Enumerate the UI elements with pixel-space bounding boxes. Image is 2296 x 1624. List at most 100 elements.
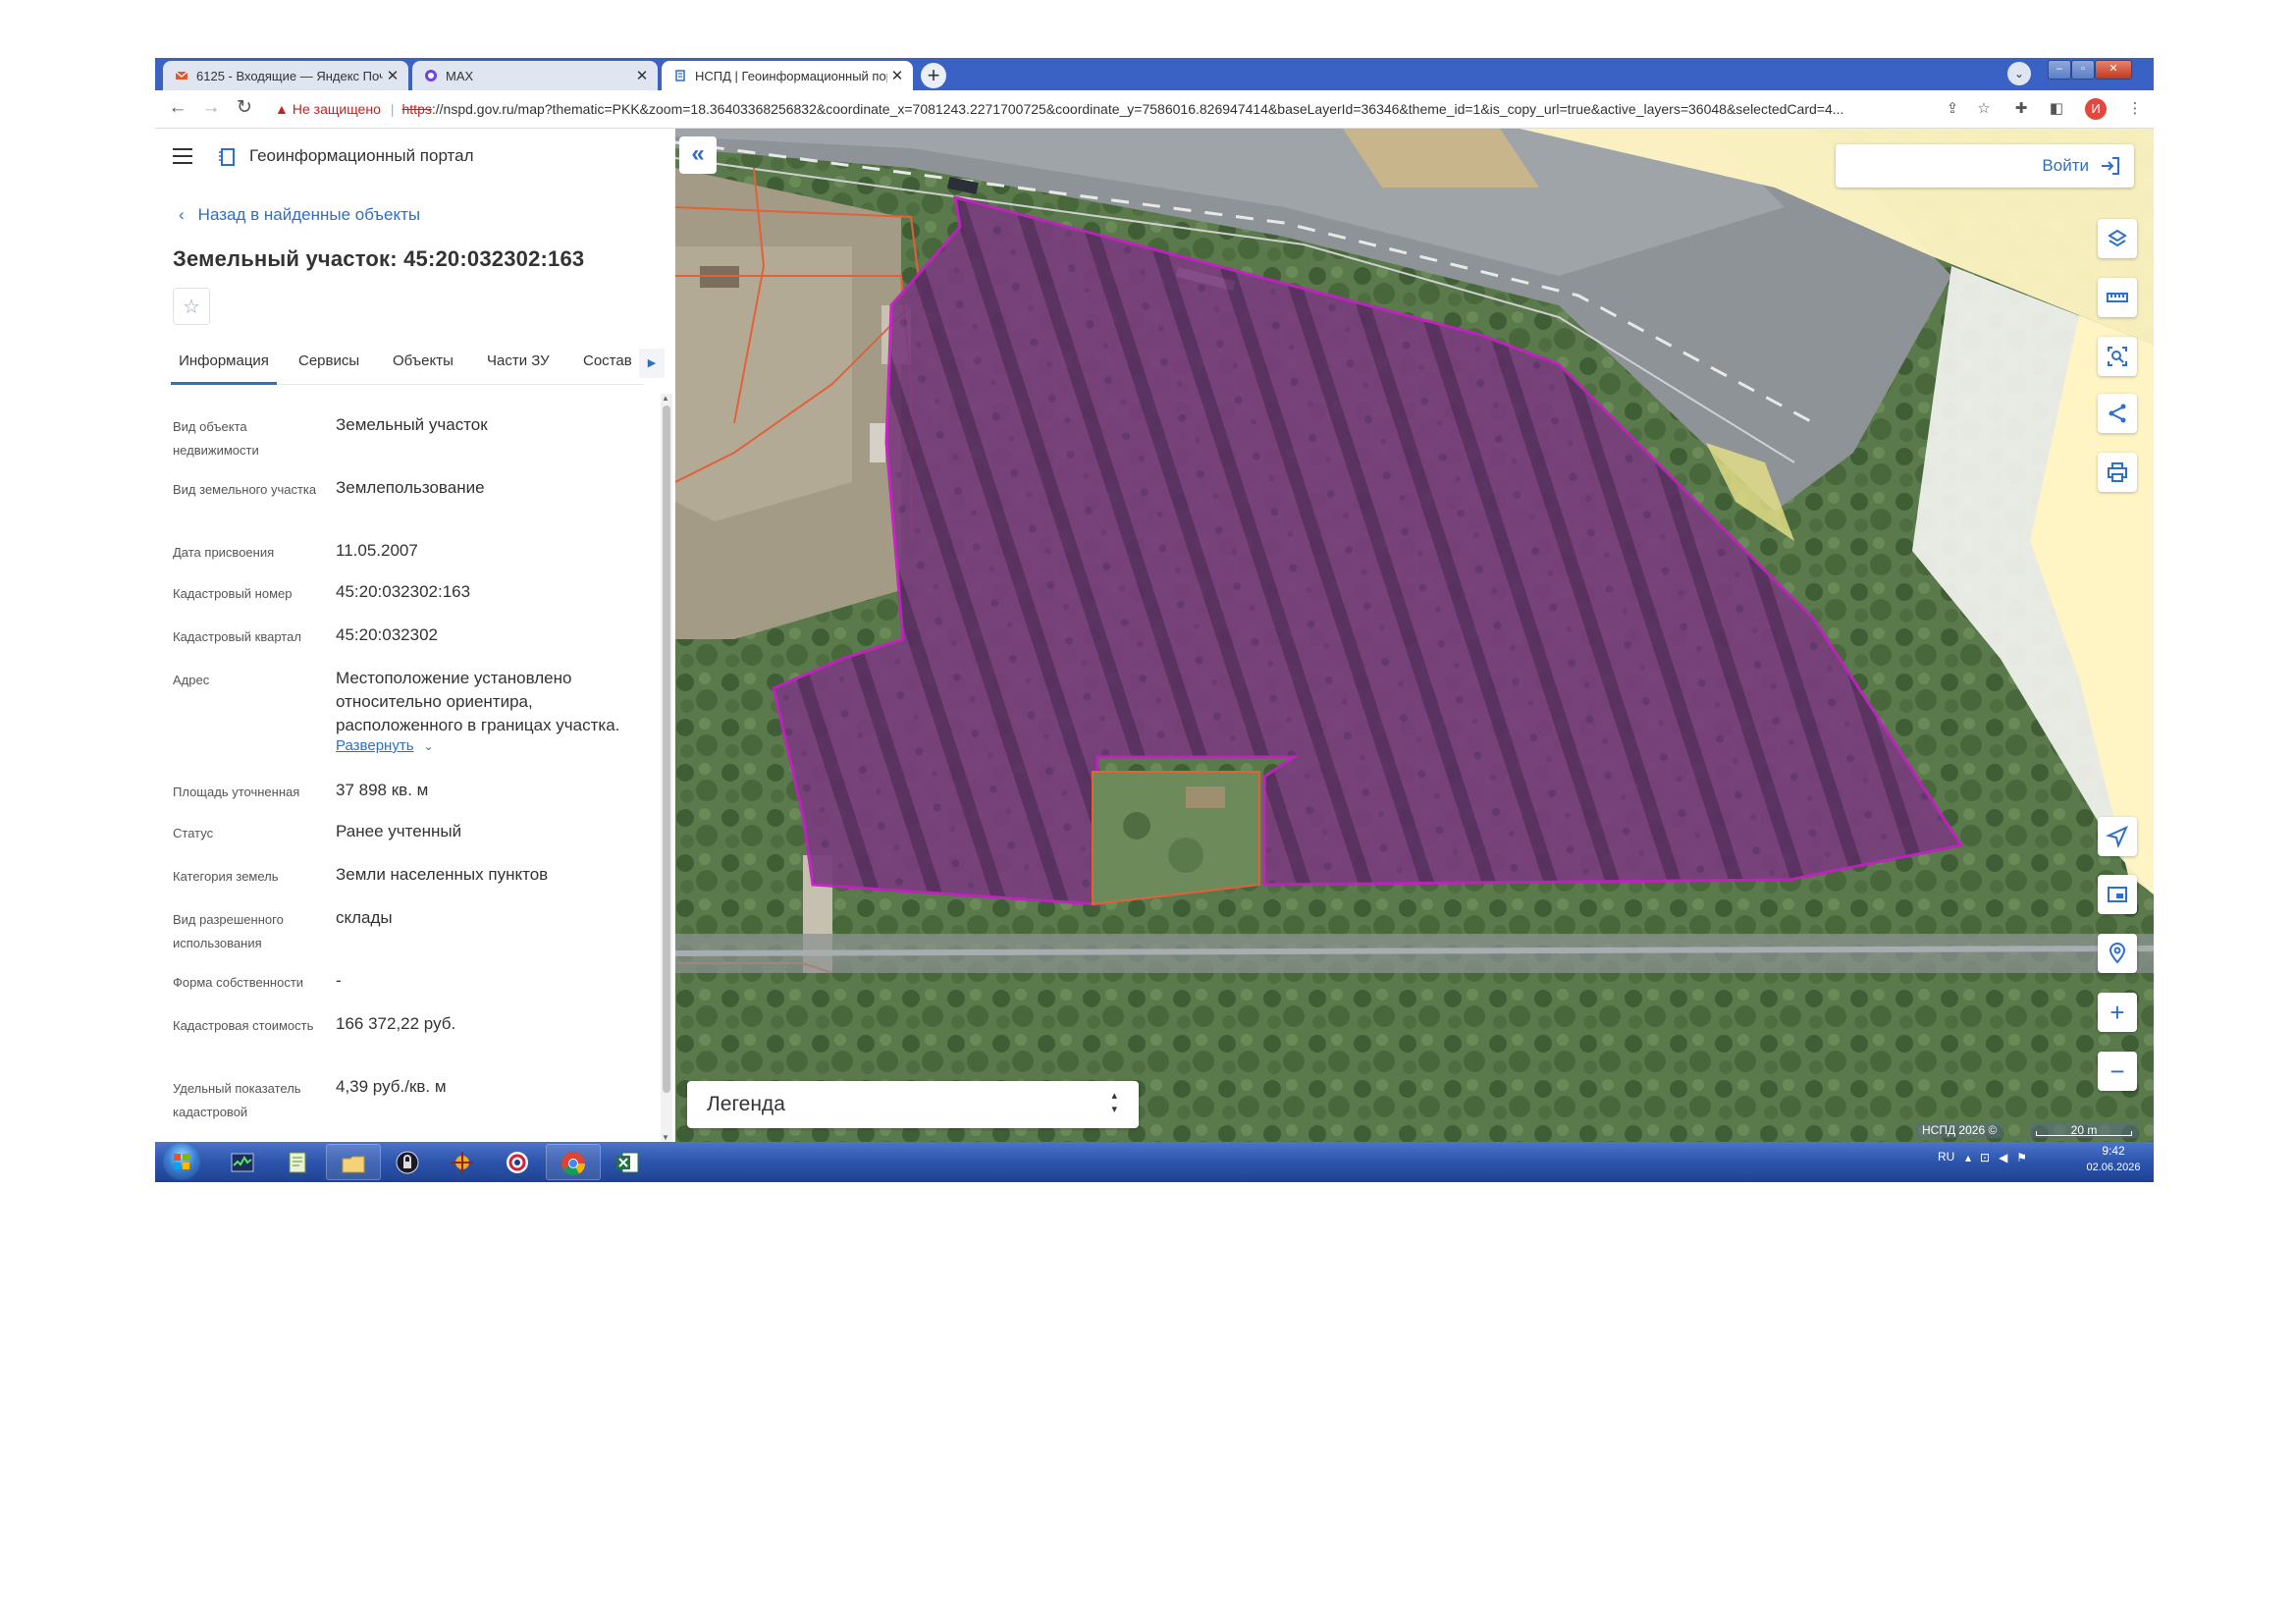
search-place-button[interactable] [2098,934,2137,973]
tab-search-chevron-icon[interactable]: ⌄ [2007,62,2031,85]
clock-time[interactable]: 9:42 [2079,1144,2148,1158]
back-to-results-link[interactable]: ‹ Назад в найденные объекты [179,205,420,225]
property-label: Кадастровый квартал [173,629,301,644]
property-value: 4,39 руб./кв. м [336,1077,447,1096]
tab-max[interactable]: MAX ✕ [412,61,658,90]
tab-title: MAX [446,68,474,83]
measure-button[interactable] [2098,278,2137,317]
chrome-taskbar-button[interactable] [546,1144,601,1180]
collapse-panel-button[interactable]: « [679,136,717,174]
task-manager-taskbar-button[interactable] [216,1144,271,1180]
property-label: Площадь уточненная [173,785,300,799]
property-label: Форма собственности [173,975,304,990]
property-row: Дата присвоения 11.05.2007 [173,539,664,578]
address-bar[interactable]: ▲ Не защищено | https://nspd.gov.ru/map?the… [271,94,2107,124]
share-button[interactable] [2098,394,2137,433]
scroll-down-arrow-icon[interactable]: ▼ [662,1133,669,1142]
map-scale-bar: 20 m [2030,1122,2138,1138]
side-panel-icon[interactable]: ◧ [2046,98,2067,120]
property-value: 11.05.2007 [336,541,418,560]
property-row: Кадастровый квартал 45:20:032302 [173,623,664,663]
favorite-star-button[interactable]: ☆ [173,288,210,325]
recorder-app-taskbar-button[interactable] [491,1144,546,1180]
tab-yandex-mail[interactable]: 6125 - Входящие — Яндекс Почта ✕ [163,61,408,90]
login-button[interactable]: Войти [1836,144,2134,188]
browser-toolbar: ← → ↻ ▲ Не защищено | https://nspd.gov.ru/m… [155,90,2154,129]
minimap-button[interactable] [2098,875,2137,914]
expand-address-link[interactable]: Развернуть ⌄ [336,737,434,754]
close-tab-icon[interactable]: ✕ [632,67,652,84]
share-page-icon[interactable]: ⇪ [1942,98,1963,120]
property-row: Форма собственности - [173,969,664,1008]
select-area-icon [2108,347,2127,366]
language-indicator[interactable]: RU [1938,1150,1954,1164]
print-button[interactable] [2098,453,2137,492]
locate-button[interactable] [2098,817,2137,856]
close-tab-icon[interactable]: ✕ [887,67,907,84]
expand-label: Развернуть [336,737,414,754]
property-row: Вид разрешенного использования склады [173,906,664,967]
url-scheme: https [401,101,432,117]
legend-select[interactable]: Легенда ▴ ▾ [687,1081,1139,1128]
map-view[interactable]: « Войти + − Легенда ▴ ▾ НСПД 2026 © 20 m [675,129,2154,1142]
tab-parts[interactable]: Части ЗУ [487,343,550,382]
close-window-button[interactable]: ✕ [2095,60,2132,80]
property-row: Категория земель Земли населенных пункто… [173,863,664,902]
property-row: Кадастровая стоимость 166 372,22 руб. [173,1012,664,1073]
tab-services[interactable]: Сервисы [298,343,359,382]
reload-icon[interactable]: ↻ [232,95,257,121]
maximize-window-button[interactable]: ▫ [2071,60,2095,80]
tab-title: НСПД | Геоинформационный портал [695,68,887,83]
minimize-window-button[interactable]: – [2048,60,2071,80]
chevron-left-icon: ‹ [179,205,185,224]
clock-date[interactable]: 02.06.2026 [2079,1162,2148,1173]
chevron-down-icon: ⌄ [423,739,434,753]
panel-tabs: Информация Сервисы Объекты Части ЗУ Сост… [171,343,644,385]
back-arrow-icon[interactable]: ← [165,95,190,121]
layers-icon [2108,229,2127,247]
tab-objects[interactable]: Объекты [393,343,454,382]
gallery-app-taskbar-button[interactable] [436,1144,491,1180]
tray-icons[interactable]: ▴⊡◀⚑ [1965,1151,2036,1164]
recorder-app-icon [507,1152,528,1173]
excel-icon [616,1152,639,1173]
explorer-taskbar-button[interactable] [326,1144,381,1180]
security-app-taskbar-button[interactable] [381,1144,436,1180]
nspd-icon [675,70,685,81]
windows-logo-icon [174,1154,189,1169]
select-area-button[interactable] [2098,337,2137,376]
profile-avatar[interactable]: И [2085,98,2107,120]
tab-information[interactable]: Информация [171,343,277,385]
browser-tab-strip: 6125 - Входящие — Яндекс Почта ✕ MAX ✕ Н… [155,58,2154,90]
property-row: Вид земельного участка Землепользование [173,476,664,537]
scroll-up-arrow-icon[interactable]: ▲ [662,394,669,403]
hamburger-menu-icon[interactable] [173,148,192,164]
explorer-icon [342,1156,365,1173]
property-value: Местоположение установлено относительно … [336,669,620,734]
scrollbar-thumb[interactable] [663,406,670,1093]
panel-scrollbar[interactable]: ▲ ▼ [661,394,672,1142]
new-tab-button[interactable]: + [921,63,946,88]
zoom-out-button[interactable]: − [2098,1052,2137,1091]
tab-nspd[interactable]: НСПД | Геоинформационный портал ✕ [662,61,913,90]
zoom-in-button[interactable]: + [2098,993,2137,1032]
separator: | [390,101,395,117]
extensions-puzzle-icon[interactable]: ✚ [2010,98,2032,120]
tabs-scroll-right-icon[interactable]: ▶ [639,349,665,378]
browser-menu-icon[interactable]: ⋮ [2124,98,2146,120]
max-app-icon [425,70,437,81]
bookmark-star-icon[interactable]: ☆ [1973,98,1995,120]
share-icon [2109,404,2126,423]
portal-logo-icon [219,148,235,166]
login-arrow-icon [2102,157,2119,175]
property-value: Землепользование [336,478,485,497]
close-tab-icon[interactable]: ✕ [383,67,402,84]
notepad-taskbar-button[interactable] [271,1144,326,1180]
forward-arrow-icon[interactable]: → [198,95,224,121]
layers-button[interactable] [2098,219,2137,258]
excel-taskbar-button[interactable] [601,1144,656,1180]
property-row: Статус Ранее учтенный [173,820,664,859]
windows-taskbar: RU ▴⊡◀⚑ 9:42 02.06.2026 [155,1142,2154,1182]
tab-composition[interactable]: Состав [583,343,632,382]
start-button[interactable] [163,1143,200,1180]
